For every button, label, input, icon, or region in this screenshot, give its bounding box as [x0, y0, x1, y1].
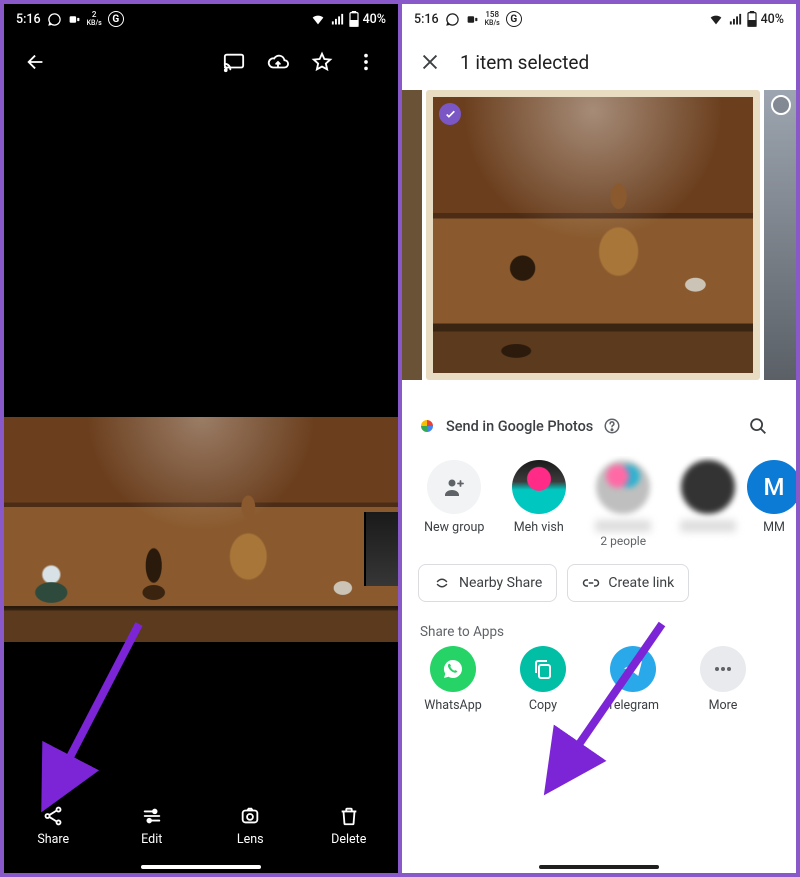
status-bar: 5:16 2 KB/s G 40%: [4, 4, 398, 34]
create-link-chip[interactable]: Create link: [567, 564, 689, 602]
new-group-button[interactable]: New group: [416, 460, 493, 548]
wifi-icon: [310, 11, 326, 27]
cast-button[interactable]: [212, 40, 256, 84]
contact-1[interactable]: Meh vish: [501, 460, 578, 548]
app-status-icon: [466, 13, 479, 26]
network-speed: 2 KB/s: [87, 11, 102, 27]
google-status-icon: G: [506, 11, 522, 27]
prev-photo-thumb[interactable]: [402, 90, 422, 380]
people-row: New group Meh vish 2 people M MM: [402, 456, 796, 548]
telegram-icon: [610, 646, 656, 692]
lens-button[interactable]: Lens: [213, 805, 287, 847]
share-chips: Nearby Share Create link: [402, 548, 796, 608]
photo-image: [4, 417, 398, 642]
app-copy[interactable]: Copy: [498, 646, 588, 713]
selection-thumbnails[interactable]: [402, 90, 796, 380]
google-photos-icon: [418, 417, 436, 435]
app-telegram[interactable]: Telegram: [588, 646, 678, 713]
whatsapp-icon: [430, 646, 476, 692]
lens-icon: [239, 805, 261, 827]
battery-percent: 40%: [363, 12, 386, 27]
selected-photo-thumb[interactable]: [426, 90, 760, 380]
edit-button[interactable]: Edit: [115, 805, 189, 847]
photo-viewer-screen: 5:16 2 KB/s G 40%: [4, 4, 398, 873]
avatar: [512, 460, 566, 514]
signal-icon: [330, 12, 345, 27]
next-photo-thumb[interactable]: [764, 90, 796, 380]
selection-header: 1 item selected: [402, 34, 796, 90]
overflow-menu-button[interactable]: [344, 40, 388, 84]
whatsapp-status-icon: [47, 12, 62, 27]
app-whatsapp[interactable]: WhatsApp: [408, 646, 498, 713]
search-contacts-button[interactable]: [736, 404, 780, 448]
viewer-bottom-bar: Share Edit Lens Delete: [4, 789, 398, 873]
whatsapp-status-icon: [445, 12, 460, 27]
link-icon: [582, 574, 600, 592]
share-sheet-screen: 5:16 158 KB/s G 40% 1 item selected: [402, 4, 796, 873]
close-button[interactable]: [408, 40, 452, 84]
google-status-icon: G: [108, 11, 124, 27]
send-in-photos-label: Send in Google Photos: [446, 418, 593, 435]
viewer-toolbar: [4, 34, 398, 90]
cloud-backup-button[interactable]: [256, 40, 300, 84]
send-in-photos-row: Send in Google Photos: [402, 390, 796, 456]
battery-icon: [747, 11, 757, 27]
person-add-icon: [442, 475, 466, 499]
network-speed: 158 KB/s: [485, 11, 500, 27]
share-to-apps-label: Share to Apps: [402, 608, 796, 644]
battery-icon: [349, 11, 359, 27]
photo-viewport[interactable]: [4, 90, 398, 789]
avatar: [596, 460, 650, 514]
trash-icon: [338, 805, 360, 827]
battery-percent: 40%: [761, 12, 784, 27]
status-time: 5:16: [414, 12, 439, 27]
help-icon[interactable]: [603, 417, 621, 435]
share-icon: [42, 805, 64, 827]
nav-pill[interactable]: [539, 865, 659, 869]
apps-row: WhatsApp Copy Telegram: [402, 644, 796, 727]
avatar: M: [747, 460, 796, 514]
nav-pill[interactable]: [141, 865, 261, 869]
contact-2[interactable]: 2 people: [585, 460, 662, 548]
contact-4[interactable]: M MM: [754, 460, 794, 548]
copy-icon: [520, 646, 566, 692]
signal-icon: [728, 12, 743, 27]
selected-check-icon: [439, 103, 461, 125]
delete-button[interactable]: Delete: [312, 805, 386, 847]
share-button[interactable]: Share: [16, 805, 90, 847]
nearby-share-icon: [433, 574, 451, 592]
app-status-icon: [68, 13, 81, 26]
nearby-share-chip[interactable]: Nearby Share: [418, 564, 557, 602]
more-icon: [700, 646, 746, 692]
edit-icon: [141, 805, 163, 827]
back-button[interactable]: [14, 40, 58, 84]
status-time: 5:16: [16, 12, 41, 27]
app-more[interactable]: More: [678, 646, 768, 713]
wifi-icon: [708, 11, 724, 27]
share-sheet: Send in Google Photos New group Meh vish: [402, 380, 796, 873]
status-bar: 5:16 158 KB/s G 40%: [402, 4, 796, 34]
selection-title: 1 item selected: [460, 51, 589, 74]
favorite-button[interactable]: [300, 40, 344, 84]
unchecked-circle-icon: [771, 95, 791, 115]
contact-3[interactable]: [670, 460, 747, 548]
avatar: [681, 460, 735, 514]
